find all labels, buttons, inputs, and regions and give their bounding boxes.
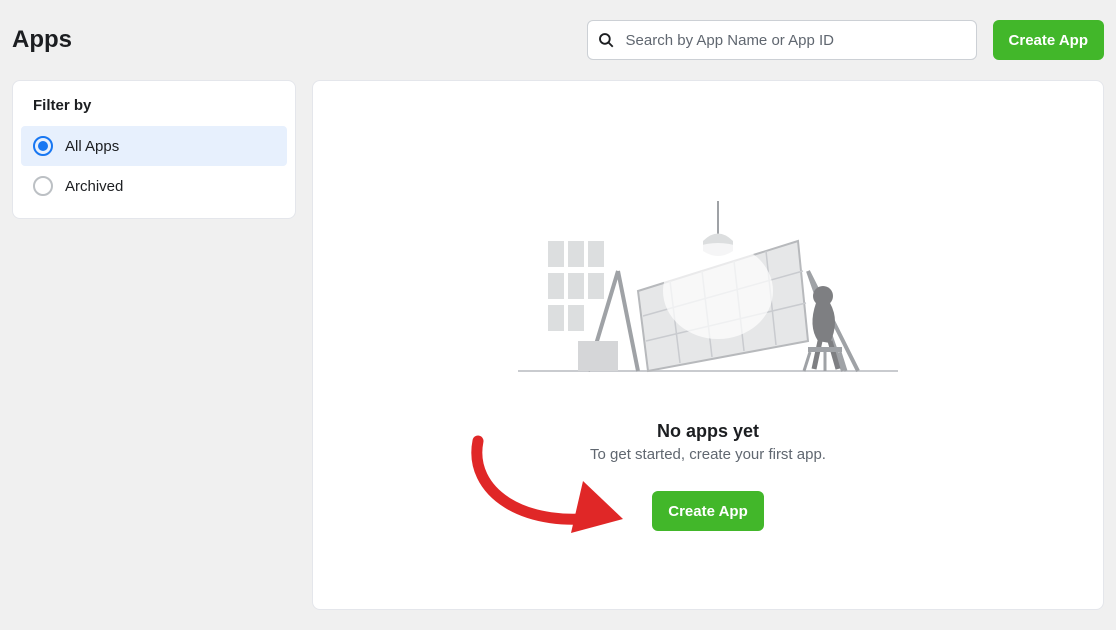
main-panel: No apps yet To get started, create your … — [312, 80, 1104, 610]
content-area: Filter by All Apps Archived — [0, 80, 1116, 630]
filter-label: All Apps — [65, 138, 119, 155]
search-input[interactable] — [587, 20, 977, 60]
filter-heading: Filter by — [21, 97, 287, 126]
radio-checked-icon — [33, 136, 53, 156]
search-icon — [597, 31, 615, 49]
empty-state-illustration — [508, 141, 908, 381]
create-app-button-main[interactable]: Create App — [652, 491, 763, 531]
header-bar: Apps Create App — [0, 0, 1116, 80]
filter-sidebar: Filter by All Apps Archived — [12, 80, 296, 219]
empty-state-subtitle: To get started, create your first app. — [590, 446, 826, 463]
annotation-arrow-icon — [463, 421, 663, 541]
radio-unchecked-icon — [33, 176, 53, 196]
search-wrapper — [587, 20, 977, 60]
filter-item-all-apps[interactable]: All Apps — [21, 126, 287, 166]
empty-state-title: No apps yet — [657, 421, 759, 442]
filter-item-archived[interactable]: Archived — [21, 166, 287, 206]
create-app-button-header[interactable]: Create App — [993, 20, 1104, 60]
page-title: Apps — [12, 26, 72, 54]
filter-label: Archived — [65, 178, 123, 195]
